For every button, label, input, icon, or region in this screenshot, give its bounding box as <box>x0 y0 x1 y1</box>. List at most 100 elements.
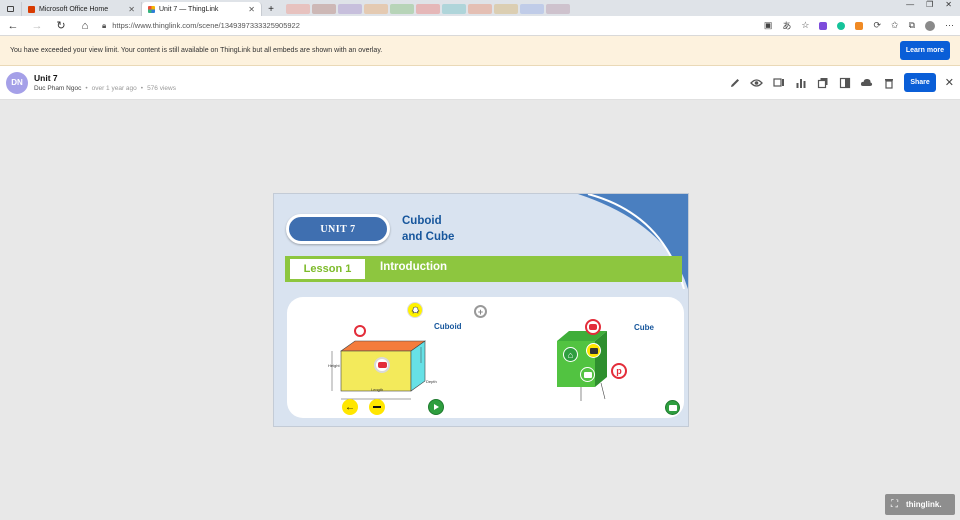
share-button[interactable]: Share <box>904 73 936 92</box>
translate-icon[interactable]: あ <box>782 19 791 32</box>
meta-separator: • <box>85 85 88 92</box>
browser-tab-bar: Microsoft Office Home ✕ Unit 7 — ThingLi… <box>0 0 960 16</box>
copy-icon[interactable] <box>816 76 829 89</box>
meta-separator: • <box>140 85 144 92</box>
book-hotspot-icon[interactable] <box>580 367 595 382</box>
collapsed-tab[interactable] <box>364 4 388 14</box>
plus-icon: + <box>268 3 274 15</box>
extension-orange-icon[interactable] <box>855 21 864 30</box>
avatar[interactable]: DN <box>6 71 28 94</box>
browser-extension-icons: ▣ あ ☆ ⟳ ✩ ⧉ ⋯ <box>764 19 954 32</box>
scene-toolbar: Share ✕ <box>728 73 954 92</box>
url-text: https://www.thinglink.com/scene/13493973… <box>112 21 300 30</box>
thinglink-logo[interactable]: thinglink. <box>906 500 942 509</box>
collapsed-tabs <box>286 2 570 16</box>
thinglink-favicon-icon <box>148 5 155 13</box>
time-ago: over 1 year ago <box>91 85 137 92</box>
favorite-star-icon[interactable]: ☆ <box>801 20 809 31</box>
banner-message: You have exceeded your view limit. Your … <box>10 47 383 54</box>
book-hotspot-icon[interactable] <box>586 343 601 358</box>
dimension-depth-label: Depth <box>426 379 437 384</box>
close-icon[interactable]: ✕ <box>945 76 954 89</box>
collapsed-tab[interactable] <box>520 4 544 14</box>
back-arrow-icon[interactable]: ← <box>6 20 20 32</box>
youtube-hotspot-icon[interactable] <box>585 319 601 335</box>
collapsed-tab[interactable] <box>442 4 466 14</box>
collapsed-tab[interactable] <box>546 4 570 14</box>
minus-hotspot-icon[interactable] <box>369 399 385 415</box>
cube-illustration <box>557 331 607 401</box>
collapsed-tab[interactable] <box>338 4 362 14</box>
url-field[interactable]: 🔒︎ https://www.thinglink.com/scene/13493… <box>102 19 754 33</box>
collapsed-tab[interactable] <box>468 4 492 14</box>
scene-header: DN Unit 7 Duc Pham Ngoc • over 1 year ag… <box>0 66 960 100</box>
scene-meta: Duc Pham Ngoc • over 1 year ago • 576 vi… <box>34 85 176 92</box>
dimension-length-label: Length <box>371 387 384 392</box>
home-icon[interactable]: ⌂ <box>78 20 92 32</box>
tag-icon[interactable] <box>838 76 851 89</box>
minimize-icon[interactable]: — <box>906 0 914 10</box>
collections-icon[interactable]: ⧉ <box>909 20 915 31</box>
youtube-hotspot-icon[interactable] <box>374 357 390 373</box>
content-panel: Length Height Depth Cuboid Cube + ← ⌂ p <box>287 297 684 418</box>
refresh-extension-icon[interactable]: ⟳ <box>873 20 881 31</box>
eye-icon[interactable] <box>750 76 764 89</box>
thinglink-footer-bar: ⛶ thinglink. <box>885 494 955 515</box>
pencil-icon[interactable] <box>728 76 741 89</box>
tab-office-home[interactable]: Microsoft Office Home ✕ <box>22 2 142 16</box>
snapchat-hotspot-icon[interactable] <box>407 302 423 318</box>
lesson-bar: Lesson 1 Introduction <box>285 256 682 282</box>
collapsed-tab[interactable] <box>286 4 310 14</box>
lesson-number: Lesson 1 <box>290 259 365 279</box>
book-hotspot-icon[interactable] <box>665 400 680 415</box>
tab-actions-button[interactable] <box>0 2 22 16</box>
cuboid-label: Cuboid <box>434 322 462 331</box>
extension-purple-icon[interactable] <box>819 21 828 30</box>
topic-line-1: Cuboid <box>402 215 442 227</box>
stats-icon[interactable] <box>794 76 807 89</box>
cloud-download-icon[interactable] <box>860 76 873 89</box>
office-icon <box>28 5 35 13</box>
record-hotspot-icon[interactable] <box>354 325 366 337</box>
topic-title: Cuboid and Cube <box>402 213 454 245</box>
play-hotspot-icon[interactable] <box>428 399 444 415</box>
maximize-icon[interactable]: ❐ <box>926 0 933 10</box>
cuboid-illustration <box>331 340 426 400</box>
more-menu-icon[interactable]: ⋯ <box>945 20 954 31</box>
lock-icon: 🔒︎ <box>102 20 107 30</box>
address-bar-row: ← → ↻ ⌂ 🔒︎ https://www.thinglink.com/sce… <box>0 16 960 36</box>
author-name[interactable]: Duc Pham Ngoc <box>34 85 81 92</box>
window-controls: — ❐ ✕ <box>906 0 960 10</box>
profile-avatar-icon[interactable] <box>925 20 935 31</box>
home-hotspot-icon[interactable]: ⌂ <box>563 347 578 362</box>
trash-icon[interactable] <box>882 76 895 89</box>
close-window-icon[interactable]: ✕ <box>945 0 952 10</box>
back-arrow-hotspot-icon[interactable]: ← <box>342 399 358 415</box>
lesson-title: Introduction <box>380 261 448 273</box>
pinterest-hotspot-icon[interactable]: p <box>611 363 627 379</box>
collapsed-tab[interactable] <box>416 4 440 14</box>
tab-label: Unit 7 — ThingLink <box>159 5 219 13</box>
favorites-icon[interactable]: ✩ <box>891 20 899 31</box>
presentation-icon[interactable] <box>772 76 785 89</box>
close-tab-icon[interactable]: ✕ <box>128 5 135 14</box>
cube-label: Cube <box>634 323 654 332</box>
view-count: 576 views <box>147 85 176 92</box>
tab-actions-icon <box>7 6 14 12</box>
collapsed-tab[interactable] <box>390 4 414 14</box>
grammarly-icon[interactable] <box>837 21 846 30</box>
scene-canvas: UNIT 7 Cuboid and Cube Lesson 1 Introduc… <box>273 193 689 427</box>
collapsed-tab[interactable] <box>312 4 336 14</box>
refresh-icon[interactable]: ↻ <box>54 19 68 32</box>
add-hotspot-icon[interactable]: + <box>474 305 487 318</box>
dimension-height-label: Height <box>328 363 340 368</box>
learn-more-button[interactable]: Learn more <box>899 41 950 60</box>
collapsed-tab[interactable] <box>494 4 518 14</box>
fullscreen-icon[interactable]: ⛶ <box>891 499 898 510</box>
tab-thinglink[interactable]: Unit 7 — ThingLink ✕ <box>142 2 262 16</box>
forward-arrow-icon[interactable]: → <box>30 20 44 32</box>
new-tab-button[interactable]: + <box>262 2 280 16</box>
close-tab-icon[interactable]: ✕ <box>248 5 255 14</box>
scene-title-block: Unit 7 Duc Pham Ngoc • over 1 year ago •… <box>34 73 176 92</box>
screen-icon[interactable]: ▣ <box>764 20 773 31</box>
